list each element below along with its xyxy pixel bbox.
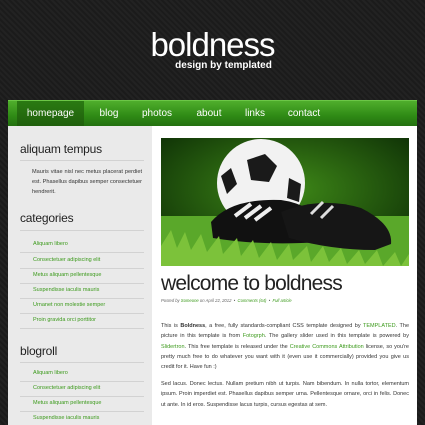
post-meta-posted-by: Posted by	[161, 298, 180, 303]
sidebar-heading-aliquam: aliquam tempus	[20, 142, 102, 156]
sidebar-divider	[20, 268, 144, 269]
sidebar-divider	[20, 160, 144, 161]
blogroll-link[interactable]: Consectetuer adipiscing elit	[33, 385, 100, 391]
sidebar-divider	[20, 411, 144, 412]
main-nav: homepage blog photos about links contact	[8, 100, 417, 127]
post-author-link[interactable]: Someone	[181, 298, 199, 303]
intro-text: , a free, fully standards-compliant CSS …	[205, 323, 363, 329]
intro-bold-name: Boldness	[180, 323, 206, 329]
category-link[interactable]: Suspendisse iaculis mauris	[33, 287, 99, 293]
templated-link[interactable]: TEMPLATED	[363, 323, 396, 329]
post-paragraph-lorem: Sed lacus. Donec lectus. Nullam pretium …	[161, 381, 409, 408]
site-logo-title[interactable]: boldness	[0, 28, 425, 61]
sidebar-divider	[20, 298, 144, 299]
sidebar-divider	[20, 362, 144, 363]
nav-about[interactable]: about	[192, 101, 226, 127]
page-body: aliquam tempus Mauris vitae nisl nec met…	[8, 126, 417, 425]
category-link[interactable]: Proin gravida orci porttitor	[33, 317, 96, 323]
sidebar-divider	[20, 230, 144, 231]
sidebar: aliquam tempus Mauris vitae nisl nec met…	[8, 126, 152, 425]
post-date: on April 22, 2012	[199, 298, 232, 303]
site-header: boldness design by templated	[0, 0, 425, 100]
intro-text: This is	[161, 323, 181, 329]
category-link[interactable]: Urnanet non molestie semper	[33, 302, 105, 308]
nav-homepage[interactable]: homepage	[17, 101, 84, 127]
blogroll-link[interactable]: Suspendisse iaculis mauris	[33, 415, 99, 421]
sidebar-divider	[20, 328, 144, 329]
sidebar-heading-categories: categories	[20, 211, 74, 225]
blogroll-link[interactable]: Metus aliquam pellentesque	[33, 400, 102, 406]
slidertron-link[interactable]: Slidertron	[161, 344, 185, 350]
category-link[interactable]: Aliquam libero	[33, 241, 68, 247]
post-paragraph-intro: This is Boldness, a free, fully standard…	[161, 321, 409, 372]
post-title: welcome to boldness	[161, 272, 343, 295]
post-full-article-link[interactable]: Full article	[273, 298, 292, 303]
category-link[interactable]: Consectetuer adipiscing elit	[33, 257, 100, 263]
nav-links[interactable]: links	[242, 101, 268, 127]
category-link[interactable]: Metus aliquam pellentesque	[33, 272, 102, 278]
featured-image	[161, 138, 409, 266]
post-comments-link[interactable]: Comments (64)	[238, 298, 267, 303]
sidebar-divider	[20, 283, 144, 284]
site-logo-subtitle: design by templated	[175, 60, 272, 71]
nav-contact[interactable]: contact	[284, 101, 324, 127]
fotogrph-link[interactable]: Fotogrph	[243, 333, 265, 339]
creative-commons-link[interactable]: Creative Commons Attribution	[290, 344, 364, 350]
soccer-ball-and-boots-image	[161, 138, 409, 266]
intro-text: . The gallery slider used in this templa…	[264, 333, 409, 340]
blogroll-link[interactable]: Aliquam libero	[33, 370, 68, 376]
sidebar-intro-text: Mauris vitae nisl nec metus placerat per…	[32, 169, 142, 195]
nav-photos[interactable]: photos	[138, 101, 176, 127]
sidebar-divider	[20, 381, 144, 382]
sidebar-divider	[20, 396, 144, 397]
sidebar-divider	[20, 252, 144, 253]
nav-blog[interactable]: blog	[94, 101, 124, 127]
post-meta: Posted by Someone on April 22, 2012 • Co…	[161, 298, 292, 303]
intro-text: . This free template is released under t…	[184, 343, 290, 350]
sidebar-heading-blogroll: blogroll	[20, 344, 58, 358]
sidebar-divider	[20, 313, 144, 314]
